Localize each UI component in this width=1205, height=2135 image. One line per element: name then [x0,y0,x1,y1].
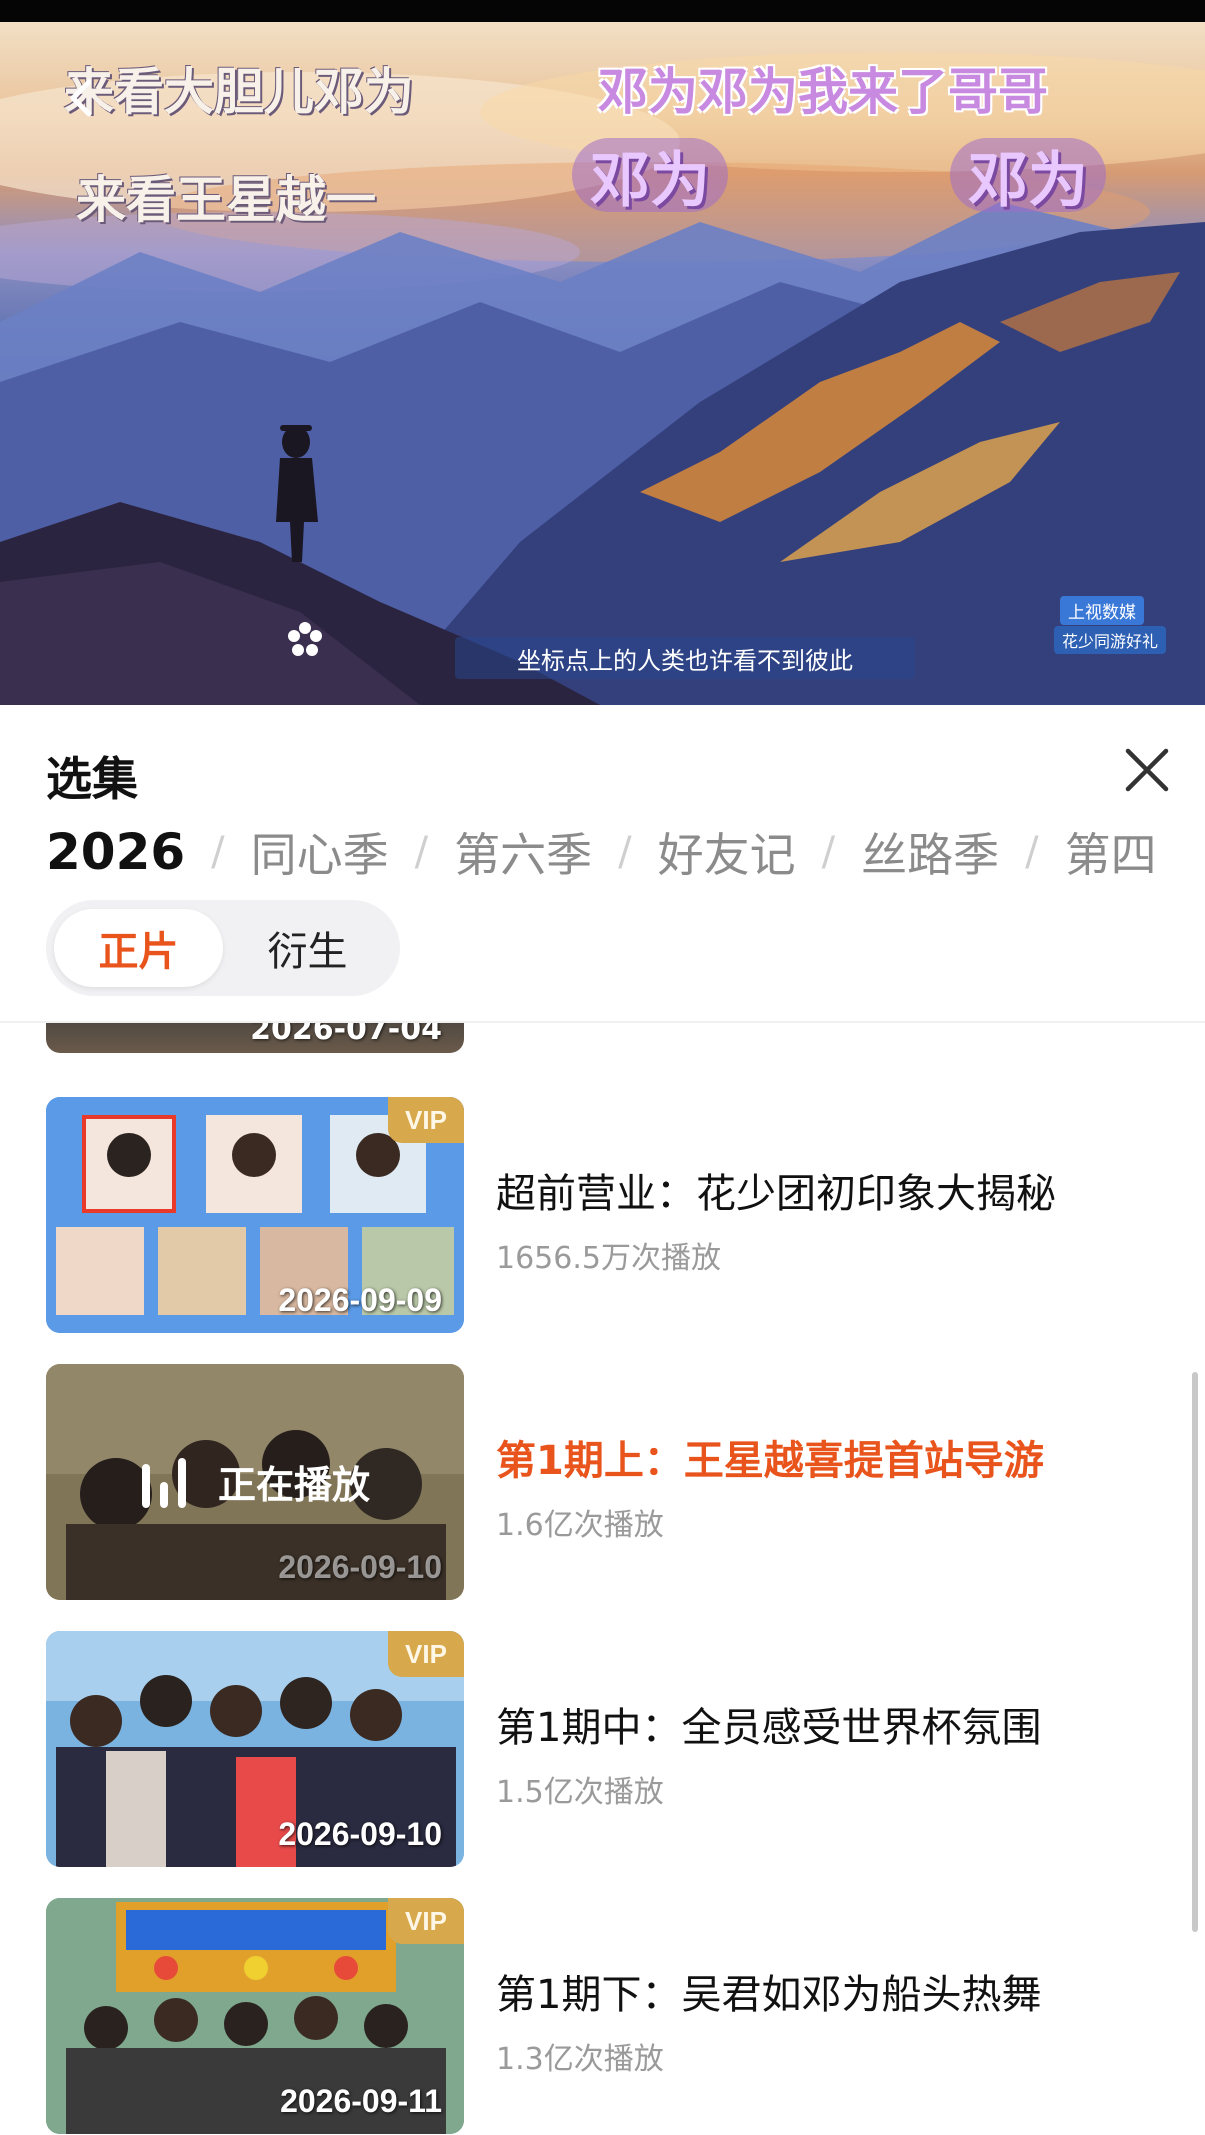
season-tab-season4[interactable]: 第四 [1065,819,1157,885]
episode-title: 超前营业：花少团初印象大揭秘 [496,1171,1056,1217]
season-tab-tongxin[interactable]: 同心季 [251,819,389,885]
content-type-toggle: 正片 衍生 [46,900,400,996]
episode-thumbnail[interactable]: VIP 2026-09-09 [46,1097,464,1333]
episode-item[interactable]: VIP 2026-09-10 第1期中：全员感受世界杯氛围 1.5亿次播放 [46,1631,1156,1867]
episode-title: 第1期中：全员感受世界杯氛围 [496,1705,1042,1751]
fan-sticker-1: 邓为 [572,138,728,216]
chevron-left-icon [70,79,92,117]
season-tab-friends[interactable]: 好友记 [658,819,796,885]
fan-sticker-2: 邓为 [950,138,1106,216]
episode-play-count: 1.3亿次播放 [496,2042,664,2077]
video-subtitle: 坐标点上的人类也许看不到彼此 [455,637,915,679]
close-button[interactable] [1122,745,1172,795]
episode-play-count: 1.5亿次播放 [496,1775,664,1810]
episode-thumbnail-partial[interactable]: 2026-07-04 [46,1023,464,1053]
episode-date: 2026-07-04 [250,1023,442,1047]
episode-thumbnail[interactable]: VIP 2026-09-10 [46,1631,464,1867]
broadcaster-badge-top: 上视数媒 [1060,596,1144,625]
season-tab-silkroad[interactable]: 丝路季 [861,819,999,885]
danmaku-text-1: 来看大胆儿邓为 [64,63,414,121]
status-bar [0,0,1205,22]
now-playing-indicator: 正在播放 [142,1454,370,1509]
episode-date: 2026-09-10 [278,1549,442,1585]
danmaku-pink-text: 邓为邓为我来了哥哥 [598,63,1048,121]
episode-title: 第1期下：吴君如邓为船头热舞 [496,1972,1042,2018]
video-player[interactable]: 来看大胆儿邓为 来看王星越一 邓为邓为我来了哥哥 邓为 邓为 坐标点上的人类也许… [0,0,1205,705]
episode-play-count: 1656.5万次播放 [496,1241,721,1276]
broadcaster-badge: 上视数媒 花少同游好礼 [1040,596,1170,654]
episode-selector-panel: 选集 2026 / 同心季 / 第六季 / 好友记 / 丝路季 / 第四 正片 … [0,705,1205,2135]
episode-date: 2026-09-11 [280,2083,442,2119]
equalizer-icon [142,1456,196,1508]
landscape-painting [0,52,1205,705]
episode-thumbnail[interactable]: VIP 2026-09-11 [46,1898,464,2134]
vip-badge: VIP [388,1097,464,1143]
season-separator: / [618,829,632,875]
season-tabs: 2026 / 同心季 / 第六季 / 好友记 / 丝路季 / 第四 [46,817,1157,887]
back-button[interactable] [58,76,102,120]
season-separator: / [211,829,225,875]
episode-title: 第1期上：王星越喜提首站导游 [496,1438,1044,1484]
episode-list[interactable]: 2026-07-04 VIP 2026-09-09 超前营业：花少团初印象大揭秘… [0,1023,1205,2135]
panel-title: 选集 [46,753,138,805]
season-separator: / [414,829,429,875]
season-tab-season6[interactable]: 第六季 [454,819,592,885]
type-derivative[interactable]: 衍生 [223,909,392,987]
episode-thumbnail[interactable]: 正在播放 2026-09-10 [46,1364,464,1600]
episode-item[interactable]: VIP 2026-09-11 第1期下：吴君如邓为船头热舞 1.3亿次播放 [46,1898,1156,2134]
episode-date: 2026-09-10 [278,1816,442,1852]
season-separator: / [821,829,836,875]
broadcaster-badge-bottom: 花少同游好礼 [1054,626,1167,654]
episode-item[interactable]: VIP 2026-09-09 超前营业：花少团初印象大揭秘 1656.5万次播放 [46,1097,1156,1333]
close-icon [1125,748,1169,792]
type-main-episodes[interactable]: 正片 [54,909,223,987]
vip-badge: VIP [388,1631,464,1677]
season-separator: / [1025,829,1039,875]
scrollbar[interactable] [1192,1372,1198,1932]
danmaku-text-2: 来看王星越一 [76,171,376,229]
vip-badge: VIP [388,1898,464,1944]
video-frame[interactable]: 来看大胆儿邓为 来看王星越一 邓为邓为我来了哥哥 邓为 邓为 坐标点上的人类也许… [0,22,1205,705]
season-tab-2026[interactable]: 2026 [46,823,185,881]
episode-date: 2026-09-09 [278,1282,442,1318]
now-playing-label: 正在播放 [218,1463,371,1507]
episode-play-count: 1.6亿次播放 [496,1508,664,1543]
episode-item-playing[interactable]: 正在播放 2026-09-10 第1期上：王星越喜提首站导游 1.6亿次播放 [46,1364,1156,1600]
